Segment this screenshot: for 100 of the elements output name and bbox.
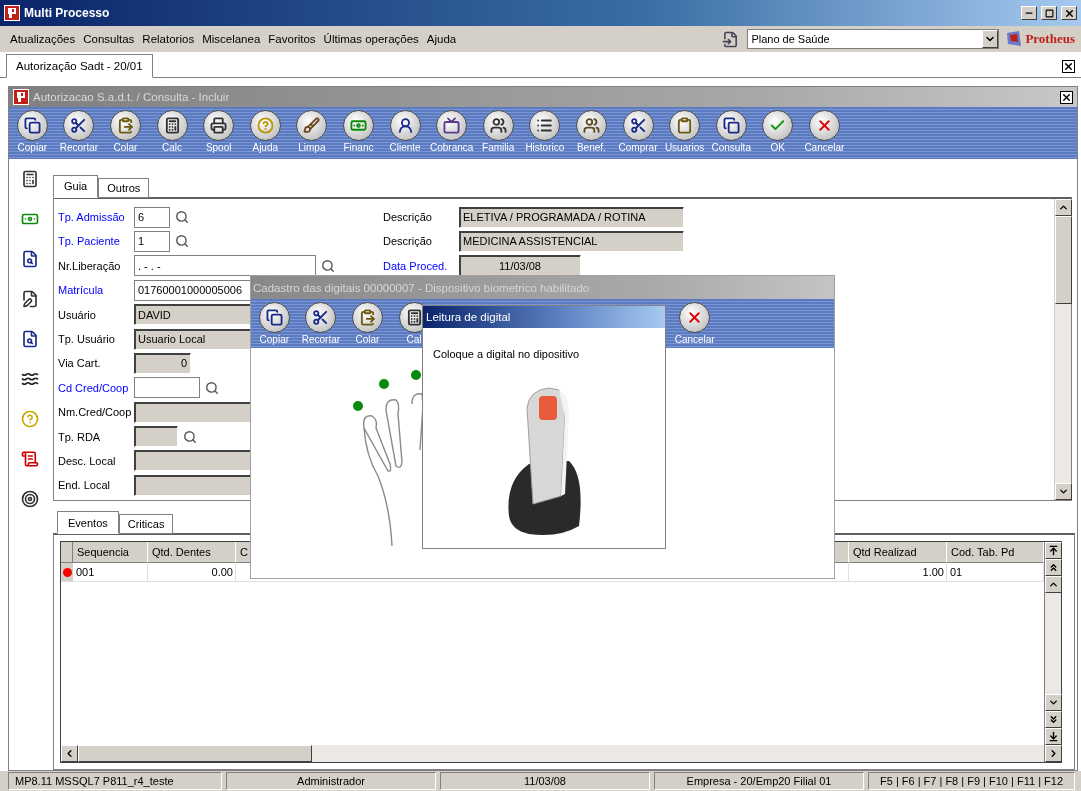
scroll-up-button[interactable] bbox=[1055, 198, 1072, 216]
search-button[interactable] bbox=[183, 429, 197, 444]
scrollbar[interactable] bbox=[61, 745, 1044, 762]
maximize-icon bbox=[1044, 8, 1054, 18]
toolbar-button[interactable]: Cancelar bbox=[671, 302, 718, 345]
clipboard-icon bbox=[110, 110, 141, 141]
toolbar-button[interactable]: Benef. bbox=[568, 110, 615, 153]
restore-button[interactable] bbox=[1041, 6, 1057, 20]
scroll-thumb[interactable] bbox=[78, 745, 312, 762]
toolbar-button[interactable]: Colar bbox=[102, 110, 149, 153]
field-label: Nr.Liberação bbox=[58, 259, 122, 272]
input-field[interactable]: ELETIVA / PROGRAMADA / ROTINA bbox=[459, 206, 684, 228]
brush-icon bbox=[296, 110, 328, 141]
scroll-icon[interactable] bbox=[21, 450, 39, 468]
scroll-up-button[interactable] bbox=[1045, 576, 1062, 594]
toolbar-button[interactable]: Comprar bbox=[614, 110, 662, 153]
search-icon bbox=[321, 258, 335, 273]
column-header[interactable]: Qtd Realizad bbox=[849, 542, 947, 564]
document-edit-icon[interactable] bbox=[21, 290, 39, 308]
search-button[interactable] bbox=[175, 210, 189, 225]
menu-item[interactable]: Miscelanea bbox=[198, 33, 265, 45]
toolbar-button[interactable]: Usuarios bbox=[661, 110, 708, 153]
tab[interactable]: Criticas bbox=[118, 514, 174, 535]
toolbar-button[interactable]: Familia bbox=[474, 110, 522, 153]
close-button[interactable] bbox=[1062, 60, 1075, 73]
status-field: Administrador bbox=[226, 772, 436, 790]
help-icon bbox=[249, 110, 281, 141]
person-icon bbox=[389, 110, 421, 141]
calculator-icon[interactable] bbox=[21, 170, 39, 188]
scissors-icon bbox=[305, 302, 337, 333]
toolbar-button[interactable]: Recortar bbox=[55, 110, 103, 153]
scroll-thumb[interactable] bbox=[1055, 215, 1072, 304]
status-field: F5 | F6 | F7 | F8 | F9 | F10 | F11 | F12 bbox=[868, 772, 1075, 790]
toolbar-button[interactable]: Cliente bbox=[381, 110, 429, 153]
menu-item[interactable]: Favoritos bbox=[264, 33, 320, 45]
search-button[interactable] bbox=[205, 380, 219, 395]
search-icon bbox=[183, 429, 197, 444]
target-icon[interactable] bbox=[21, 490, 39, 508]
toolbar-button[interactable]: Cancelar bbox=[801, 110, 848, 153]
menu-item[interactable]: Relatorios bbox=[138, 33, 199, 45]
tab[interactable]: Guia bbox=[53, 174, 99, 198]
search-icon bbox=[175, 210, 189, 225]
page-up-button[interactable] bbox=[1045, 559, 1062, 577]
input-field[interactable] bbox=[134, 426, 178, 448]
toolbar-button[interactable]: Ajuda bbox=[241, 110, 289, 153]
scrollbar[interactable] bbox=[1044, 542, 1061, 762]
scroll-down-button[interactable] bbox=[1055, 483, 1072, 501]
column-header[interactable]: Qtd. Dentes bbox=[148, 542, 236, 564]
field-label: End. Local bbox=[58, 479, 111, 492]
toolbar-button[interactable]: Colar bbox=[344, 302, 391, 345]
monitor-icon bbox=[436, 110, 468, 141]
field-label: Matrícula bbox=[58, 284, 105, 297]
toolbar-button[interactable]: Limpa bbox=[288, 110, 336, 153]
input-field[interactable]: 0 bbox=[134, 352, 191, 374]
document-arrow-icon[interactable] bbox=[722, 30, 740, 48]
scroll-top-button[interactable] bbox=[1045, 542, 1062, 560]
menu-item[interactable]: Ajuda bbox=[422, 33, 461, 45]
scroll-down-button[interactable] bbox=[1045, 694, 1062, 711]
menu-item[interactable]: Atualizações bbox=[6, 33, 80, 45]
field-label: Nm.Cred/Coop bbox=[58, 406, 133, 419]
toolbar-button[interactable]: Calc bbox=[148, 110, 196, 153]
module-dropdown[interactable]: Plano de Saúde bbox=[747, 29, 1000, 49]
close-icon bbox=[1063, 7, 1075, 19]
toolbar-button[interactable]: Cobranca bbox=[428, 110, 475, 153]
input-field[interactable]: 11/03/08 bbox=[459, 255, 581, 277]
input-field[interactable]: . - . - bbox=[134, 255, 316, 277]
minimize-button[interactable] bbox=[1021, 6, 1037, 20]
toolbar-button[interactable]: Financ bbox=[335, 110, 382, 153]
document-tab[interactable]: Autorização Sadt - 20/01 bbox=[6, 54, 153, 78]
waves-icon[interactable] bbox=[21, 370, 39, 388]
close-icon bbox=[808, 110, 840, 141]
input-field[interactable] bbox=[134, 377, 200, 399]
input-field[interactable]: 6 bbox=[134, 206, 170, 228]
toolbar-button[interactable]: Consulta bbox=[707, 110, 755, 153]
input-field[interactable]: 1 bbox=[134, 230, 170, 252]
search-button[interactable] bbox=[321, 258, 335, 273]
input-field[interactable]: MEDICINA ASSISTENCIAL bbox=[459, 230, 684, 252]
field-label: Tp. RDA bbox=[58, 430, 102, 443]
column-header[interactable]: Sequencia bbox=[73, 542, 148, 564]
field-label: Via Cart. bbox=[58, 357, 102, 370]
toolbar-button[interactable]: Copiar bbox=[9, 110, 56, 153]
toolbar-button[interactable]: OK bbox=[754, 110, 802, 153]
people-icon bbox=[482, 110, 514, 141]
search-button[interactable] bbox=[175, 234, 189, 249]
toolbar-button[interactable]: Historico bbox=[521, 110, 569, 153]
column-header[interactable]: Cod. Tab. Pd bbox=[947, 542, 1044, 564]
dropdown-button[interactable] bbox=[982, 30, 999, 48]
field-label: Desc. Local bbox=[58, 454, 117, 467]
menu-item[interactable]: Últimas operações bbox=[319, 33, 423, 45]
scroll-left-button[interactable] bbox=[61, 745, 78, 762]
status-field: Empresa - 20/Emp20 Filial 01 bbox=[654, 772, 864, 790]
printer-icon bbox=[203, 110, 235, 141]
close-button[interactable] bbox=[1060, 90, 1073, 104]
toolbar-button[interactable]: Spool bbox=[195, 110, 242, 153]
clipboard-icon bbox=[669, 110, 701, 141]
menu-item[interactable]: Consultas bbox=[79, 33, 139, 45]
tab[interactable]: Outros bbox=[98, 177, 150, 198]
document-search-icon[interactable] bbox=[21, 330, 39, 348]
tab[interactable]: Eventos bbox=[57, 511, 119, 535]
document-search-icon[interactable] bbox=[21, 250, 39, 268]
